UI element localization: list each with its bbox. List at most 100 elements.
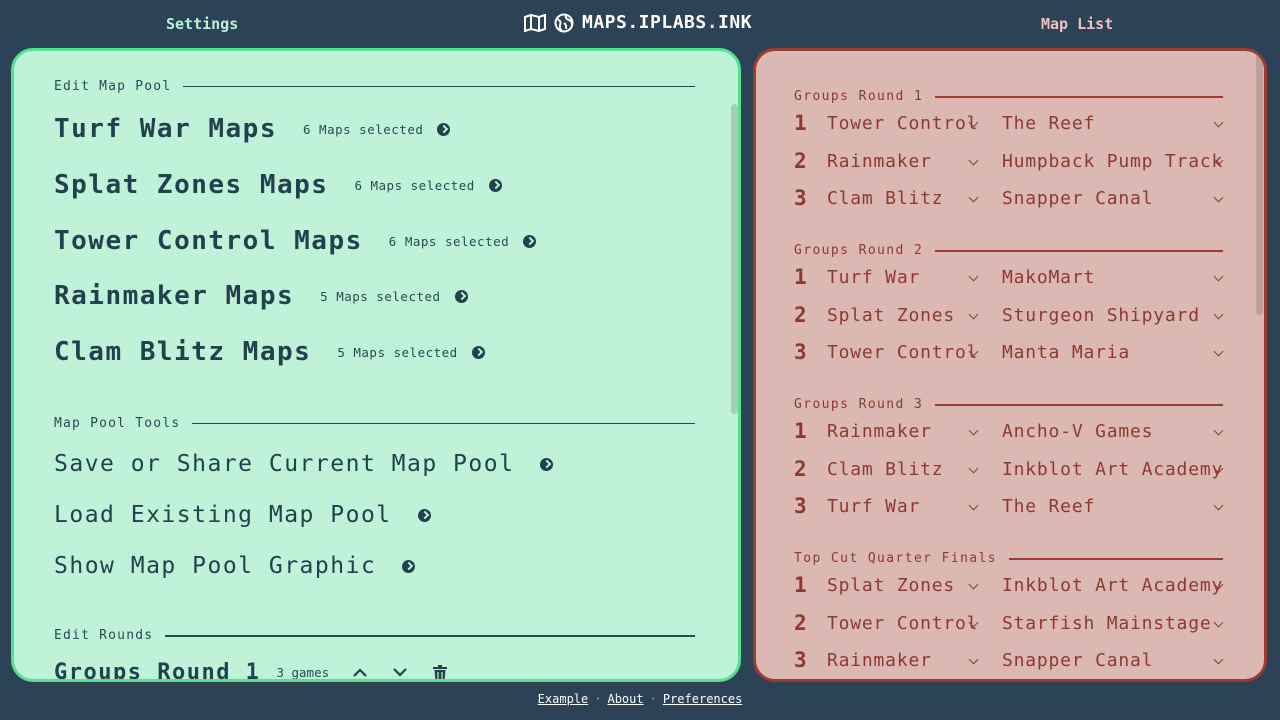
mode-rainmaker[interactable]: Rainmaker Maps 5 Maps selected [54, 281, 468, 311]
map-value: Ancho-V Games [1002, 421, 1154, 442]
brand-title: MAPS.IPLABS.INK [582, 12, 753, 33]
mode-select[interactable]: Rainmaker [827, 150, 979, 172]
mode-select[interactable]: Clam Blitz [827, 188, 979, 209]
brand[interactable]: MAPS.IPLABS.INK [524, 12, 752, 33]
map-select[interactable]: MakoMart [1002, 267, 1224, 288]
map-select[interactable]: Snapper Canal [1002, 188, 1224, 209]
game-row: 3 Clam Blitz Snapper Canal [794, 186, 1224, 212]
mode-turf-war[interactable]: Turf War Maps 6 Maps selected [54, 114, 451, 144]
map-select[interactable]: The Reef [1002, 113, 1224, 134]
map-pool-section-header: Edit Map Pool [54, 79, 695, 94]
mode-name: Clam Blitz Maps [54, 337, 312, 367]
mode-select[interactable]: Tower Control [827, 613, 979, 634]
round-header: Groups Round 3 [794, 397, 1223, 412]
chevron-down-icon [968, 579, 979, 590]
map-select[interactable]: Humpback Pump Track [1002, 151, 1224, 172]
game-number: 3 [794, 340, 807, 364]
map-select[interactable]: The Reef [1002, 496, 1224, 517]
chevron-right-icon[interactable] [437, 122, 451, 136]
rounds-section-header: Edit Rounds [54, 628, 695, 643]
map-select[interactable]: Sturgeon Shipyard [1002, 305, 1224, 326]
divider [935, 403, 1223, 406]
mode-value: Tower Control [827, 113, 979, 134]
mode-select[interactable]: Tower Control [827, 342, 979, 363]
game-row: 2 Splat Zones Sturgeon Shipyard [794, 303, 1224, 329]
map-select[interactable]: Ancho-V Games [1002, 421, 1224, 442]
game-number: 2 [794, 148, 807, 173]
chevron-down-icon [968, 654, 979, 665]
example-link[interactable]: Example [538, 692, 589, 706]
mode-value: Clam Blitz [827, 458, 944, 480]
trash-icon[interactable] [431, 664, 449, 679]
chevron-right-icon[interactable] [454, 289, 468, 303]
chevron-down-icon [968, 463, 979, 473]
game-number: 3 [794, 494, 807, 518]
footer-separator: · [649, 692, 657, 706]
map-select[interactable]: Starfish Mainstage [1002, 613, 1224, 634]
chevron-down-icon [968, 271, 979, 282]
game-number: 2 [794, 610, 807, 635]
load-pool-button[interactable]: Load Existing Map Pool [54, 502, 431, 528]
chevron-down-icon [968, 309, 979, 319]
round-editor-row: Groups Round 1 3 games [54, 660, 449, 680]
mode-clam-blitz[interactable]: Clam Blitz Maps 5 Maps selected [54, 337, 485, 367]
chevron-right-icon[interactable] [488, 178, 502, 192]
settings-scrollbar[interactable] [731, 104, 738, 414]
section-label: Edit Rounds [54, 628, 154, 643]
map-value: Snapper Canal [1002, 650, 1154, 671]
tool-label: Load Existing Map Pool [54, 502, 392, 528]
mode-select[interactable]: Clam Blitz [827, 458, 979, 480]
map-list-scrollbar[interactable] [1256, 53, 1263, 315]
mode-splat-zones[interactable]: Splat Zones Maps 6 Maps selected [54, 170, 502, 200]
tab-map-list[interactable]: Map List [1041, 15, 1113, 33]
chevron-down-icon [968, 500, 979, 511]
mode-name: Tower Control Maps [54, 226, 363, 256]
game-row: 3 Tower Control Manta Maria [794, 340, 1224, 366]
section-label: Edit Map Pool [54, 79, 172, 94]
save-share-pool-button[interactable]: Save or Share Current Map Pool [54, 451, 554, 477]
chevron-up-icon[interactable] [351, 664, 369, 680]
chevron-right-icon[interactable] [471, 345, 485, 359]
map-value: Inkblot Art Academy [1002, 575, 1224, 596]
map-icon [524, 13, 546, 32]
round-title: Groups Round 1 [794, 89, 924, 104]
mode-count: 6 Maps selected [303, 121, 424, 137]
map-select[interactable]: Inkblot Art Academy [1002, 459, 1224, 480]
chevron-down-icon [1213, 425, 1224, 436]
map-select[interactable]: Snapper Canal [1002, 650, 1224, 671]
mode-tower-control[interactable]: Tower Control Maps 6 Maps selected [54, 226, 537, 256]
map-select[interactable]: Inkblot Art Academy [1002, 575, 1224, 596]
chevron-down-icon [1213, 617, 1224, 627]
mode-select[interactable]: Splat Zones [827, 305, 979, 326]
preferences-link[interactable]: Preferences [663, 692, 742, 706]
round-title: Top Cut Quarter Finals [794, 551, 997, 566]
show-pool-graphic-button[interactable]: Show Map Pool Graphic [54, 553, 416, 579]
chevron-down-icon[interactable] [391, 664, 409, 680]
mode-select[interactable]: Tower Control [827, 113, 979, 134]
mode-select[interactable]: Turf War [827, 496, 979, 517]
chevron-down-icon [968, 155, 979, 165]
game-row: 1 Rainmaker Ancho-V Games [794, 419, 1224, 445]
chevron-down-icon [968, 192, 979, 203]
mode-value: Rainmaker [827, 150, 932, 172]
chevron-right-icon[interactable] [523, 234, 537, 248]
map-value: Sturgeon Shipyard [1002, 304, 1200, 326]
chevron-right-icon[interactable] [417, 508, 431, 522]
map-select[interactable]: Manta Maria [1002, 342, 1224, 363]
divider [935, 95, 1223, 98]
game-number: 3 [794, 186, 807, 210]
mode-select[interactable]: Splat Zones [827, 575, 979, 596]
divider [192, 423, 695, 424]
mode-select[interactable]: Rainmaker [827, 650, 979, 671]
mode-select[interactable]: Rainmaker [827, 421, 979, 442]
mode-select[interactable]: Turf War [827, 267, 979, 288]
about-link[interactable]: About [607, 692, 643, 706]
chevron-right-icon[interactable] [540, 457, 554, 471]
mode-value: Splat Zones [827, 575, 956, 596]
chevron-right-icon[interactable] [402, 559, 416, 573]
tool-label: Save or Share Current Map Pool [54, 451, 515, 477]
round-title: Groups Round 2 [794, 243, 924, 258]
mode-value: Rainmaker [827, 650, 932, 671]
tab-settings[interactable]: Settings [166, 15, 238, 33]
divider [165, 634, 695, 637]
